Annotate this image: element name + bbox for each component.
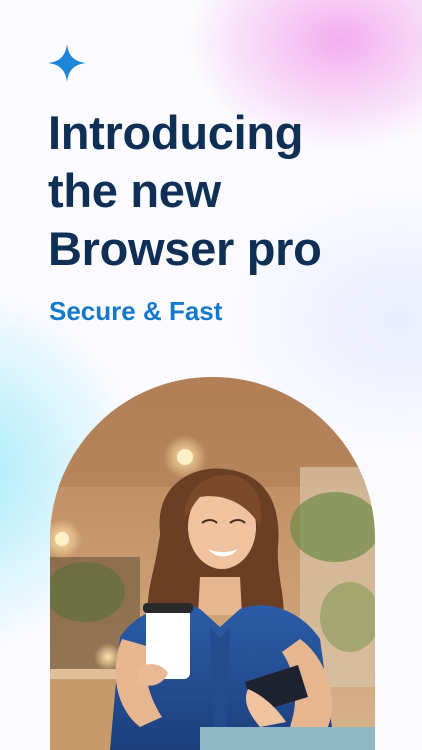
woman-with-phone-illustration [50, 377, 375, 750]
hero-photo [50, 377, 375, 750]
headline-line-2: the new [48, 164, 221, 217]
headline: Introducing the new Browser pro [48, 104, 398, 278]
subtitle: Secure & Fast [49, 296, 223, 326]
headline-line-3: Browser pro [48, 222, 322, 275]
sparkle-icon [48, 44, 86, 82]
headline-line-1: Introducing [48, 106, 304, 159]
